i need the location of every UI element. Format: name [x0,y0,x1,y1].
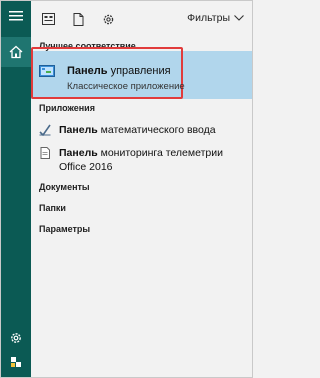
app-result-item[interactable]: Панель мониторинга телеметрии Office 201… [39,146,247,176]
chevron-down-icon [234,15,244,21]
filters-dropdown[interactable]: Фильтры [187,12,244,24]
left-rail [1,1,31,377]
home-icon [9,45,23,59]
settings-section-label[interactable]: Параметры [39,224,90,234]
gear-icon [103,14,113,24]
home-button[interactable] [1,37,31,67]
settings-filter-button[interactable] [99,10,117,28]
apps-section-label: Приложения [39,103,95,113]
gear-icon [11,333,21,343]
control-panel-icon [39,65,55,78]
folders-section-label[interactable]: Папки [39,203,66,213]
best-match-title: Панель управления [67,65,171,77]
menu-button[interactable] [1,1,31,31]
document-icon [73,12,83,26]
best-match-subtitle: Классическое приложение [67,81,185,92]
math-input-icon [39,124,51,136]
app-result-item[interactable]: Панель математического ввода [39,123,247,139]
office-doc-icon [40,147,50,159]
documents-section-label[interactable]: Документы [39,182,90,192]
apps-grid-icon [41,13,55,25]
results-topbar: Фильтры [31,1,252,35]
apps-filter-button[interactable] [39,10,57,28]
hamburger-icon [9,11,23,21]
documents-filter-button[interactable] [69,10,87,28]
filters-label: Фильтры [187,12,230,24]
user-button[interactable] [1,347,31,377]
search-results-panel: Фильтры Лучшее соответствие Панель управ… [31,1,252,377]
person-icon [11,357,21,367]
start-search-window: Фильтры Лучшее соответствие Панель управ… [0,0,253,378]
